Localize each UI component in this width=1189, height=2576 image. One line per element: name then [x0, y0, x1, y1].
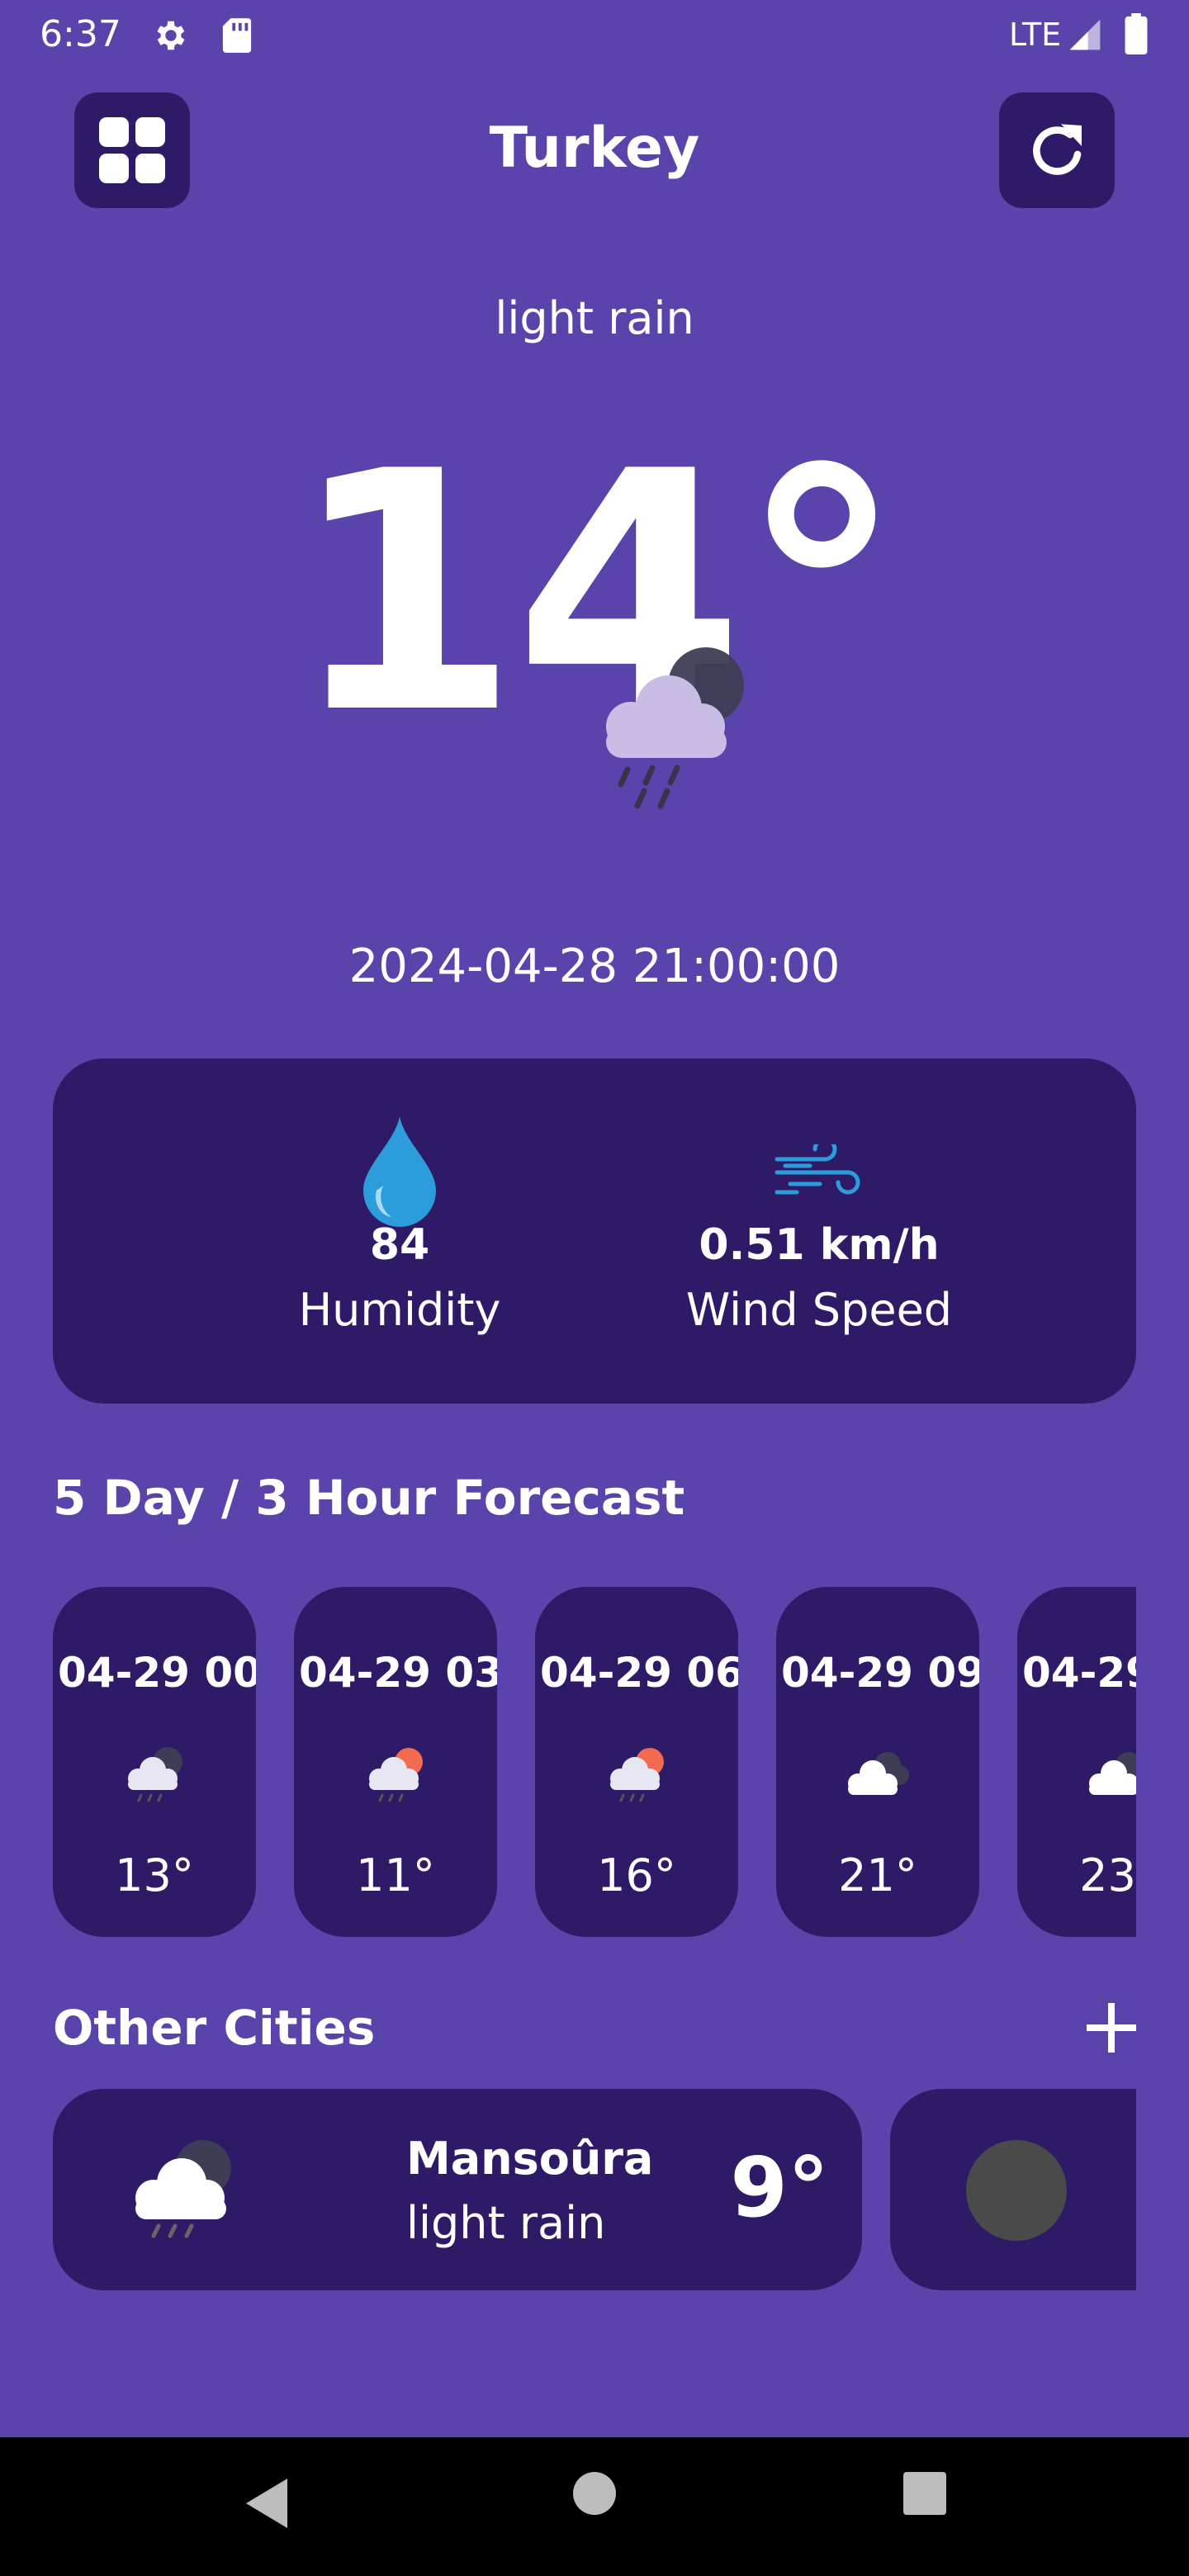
forecast-time: 04-29 12:00	[1022, 1649, 1136, 1697]
forecast-time: 04-29 00:00	[58, 1649, 256, 1697]
humidity-stat: 84 Humidity	[234, 1058, 565, 1339]
night-rain-cloud-icon	[135, 2140, 231, 2238]
status-time: 6:37	[40, 13, 121, 55]
wind-value: 0.51 km/h	[699, 1220, 940, 1270]
sun-rain-cloud-icon	[369, 1748, 423, 1802]
forecast-card[interactable]: 04-29 09:00 21°	[776, 1587, 979, 1937]
other-cities-list[interactable]: Mansoûra light rain 9°	[53, 2089, 1136, 2290]
refresh-button[interactable]	[999, 92, 1115, 208]
cloudy-icon	[1089, 1752, 1136, 1795]
city-condition: light rain	[406, 2197, 606, 2249]
plus-icon[interactable]	[1082, 1998, 1141, 2057]
forecast-list[interactable]: 04-29 00:00 13° 04-29 03:00 11° 04-29 06…	[53, 1587, 1136, 1937]
forecast-temp: 16°	[597, 1849, 676, 1901]
night-rain-cloud-icon	[606, 647, 744, 809]
night-rain-cloud-icon	[128, 1747, 182, 1802]
forecast-card[interactable]: 04-29 00:00 13°	[53, 1587, 256, 1937]
wind-icon	[775, 1144, 860, 1195]
system-nav-bar	[0, 2437, 1189, 2576]
water-drop-icon	[363, 1116, 436, 1227]
wind-stat: 0.51 km/h Wind Speed	[654, 1058, 984, 1339]
forecast-card[interactable]: 04-29 06:00 16°	[535, 1587, 738, 1937]
other-cities-heading: Other Cities	[53, 2000, 376, 2056]
wind-label: Wind Speed	[685, 1284, 953, 1336]
network-type: LTE	[1009, 17, 1062, 53]
weather-stats-card: 84 Humidity 0.51 km/h Wind Speed	[53, 1058, 1136, 1404]
recents-icon[interactable]	[902, 2470, 948, 2517]
humidity-label: Humidity	[298, 1284, 501, 1336]
forecast-time: 04-29 06:00	[540, 1649, 738, 1697]
sd-card-icon	[222, 18, 252, 53]
city-name: Mansoûra	[406, 2133, 654, 2185]
back-icon[interactable]	[236, 2470, 302, 2536]
city-loading-icon	[966, 2140, 1067, 2241]
forecast-temp: 23°	[1079, 1849, 1136, 1901]
city-temperature: 9°	[730, 2139, 829, 2236]
forecast-heading: 5 Day / 3 Hour Forecast	[53, 1470, 685, 1526]
current-condition: light rain	[495, 292, 694, 344]
forecast-temp: 13°	[115, 1849, 194, 1901]
city-card[interactable]: Mansoûra light rain 9°	[53, 2089, 862, 2290]
forecast-card[interactable]: 04-29 12:00 23°	[1017, 1587, 1136, 1937]
status-bar: 6:37 LTE	[0, 0, 1189, 69]
refresh-icon	[1033, 124, 1082, 175]
sun-rain-cloud-icon	[610, 1748, 664, 1802]
gear-icon	[157, 21, 185, 50]
signal-icon	[1069, 19, 1101, 50]
current-datetime: 2024-04-28 21:00:00	[348, 940, 841, 993]
home-icon[interactable]	[570, 2469, 619, 2518]
cloudy-icon	[848, 1752, 909, 1795]
forecast-temp: 11°	[356, 1849, 435, 1901]
forecast-time: 04-29 09:00	[781, 1649, 979, 1697]
city-card[interactable]	[890, 2089, 1136, 2290]
forecast-temp: 21°	[838, 1849, 917, 1901]
forecast-card[interactable]: 04-29 03:00 11°	[294, 1587, 497, 1937]
forecast-time: 04-29 03:00	[299, 1649, 497, 1697]
battery-icon	[1125, 13, 1148, 54]
